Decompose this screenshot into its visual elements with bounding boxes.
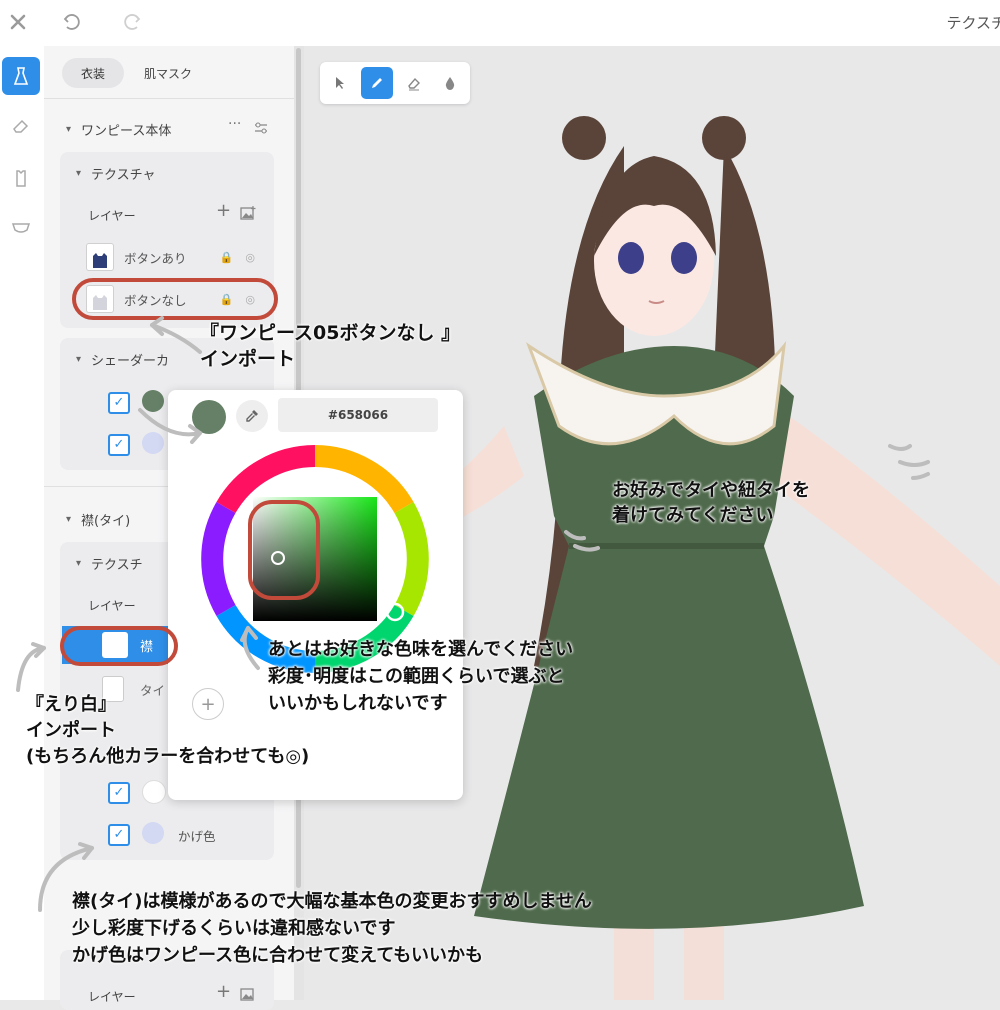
annotation-import-no-button: 『ワンピース05ボタンなし 』 インポート	[200, 322, 461, 370]
annotation-arrows	[16, 316, 930, 912]
annotation-collar-white: 『えり白』 インポート (もちろん他カラーを合わせても◎)	[26, 694, 310, 767]
annotation-collar-advice: 襟(タイ)は模様があるので大幅な基本色の変更おすすめしません 少し彩度下げるくら…	[72, 891, 592, 966]
annotation-tie-suggestion: お好みでタイや紐タイを 着けてみてください	[612, 480, 810, 526]
annotation-choose-color: あとはお好きな色味を選んでください 彩度･明度はこの範囲くらいで選ぶと いいかも…	[268, 639, 574, 714]
